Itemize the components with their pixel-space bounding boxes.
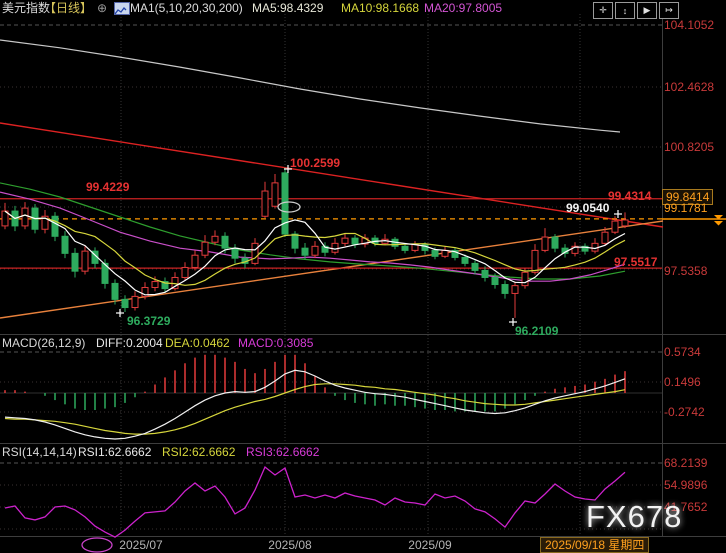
label-99-4314: 99.4314	[608, 189, 651, 203]
macd-dea-value: DEA:0.0462	[165, 336, 230, 350]
rsi2-value: RSI2:62.6662	[162, 445, 235, 459]
x-axis-tick: 2025/08	[255, 538, 325, 552]
macd-value: MACD:0.3085	[238, 336, 313, 350]
x-axis-tick: 2025/07	[106, 538, 176, 552]
mini-chart-icon[interactable]	[114, 2, 130, 15]
rsi3-value: RSI3:62.6662	[246, 445, 319, 459]
y-axis-label: 97.5358	[664, 264, 707, 278]
ma10-value: MA10:98.1668	[341, 1, 419, 15]
macd-title[interactable]: MACD(26,12,9)	[2, 336, 85, 350]
play-forward-icon[interactable]: ▶	[637, 2, 657, 19]
axis-scale-icon[interactable]: ↕	[615, 2, 635, 19]
macd-axis-label: -0.2742	[664, 405, 705, 419]
pan-icon[interactable]: ✛	[593, 2, 613, 19]
ma5-value: MA5:98.4329	[252, 1, 323, 15]
current-date-label: 2025/09/18 星期四	[540, 537, 649, 553]
chart-window: 美元指数 【日线】 ⊕ MA1(5,10,20,30,200) MA5:98.4…	[0, 0, 726, 553]
y-axis-label: 102.4628	[664, 80, 714, 94]
label-99-0540: 99.0540	[566, 201, 609, 215]
shift-right-icon[interactable]: ↦	[659, 2, 679, 19]
label-96-3729: 96.3729	[127, 314, 170, 328]
y-axis-label: 104.1052	[664, 18, 714, 32]
ma20-value: MA20:97.8005	[424, 1, 502, 15]
rsi-axis-label: 54.9896	[664, 478, 707, 492]
period-label[interactable]: 【日线】	[44, 1, 92, 15]
current-price-label: 99.1781	[664, 201, 707, 215]
macd-axis-label: 0.1496	[664, 375, 701, 389]
macd-diff-value: DIFF:0.2004	[96, 336, 163, 350]
rsi-axis-label: 68.2139	[664, 456, 707, 470]
label-96-2109: 96.2109	[515, 324, 558, 338]
x-axis-tick: 2025/09	[395, 538, 465, 552]
macd-axis-label: 0.5734	[664, 345, 701, 359]
watermark: FX678	[586, 499, 682, 535]
rsi1-value: RSI1:62.6662	[78, 445, 151, 459]
ma-settings-label[interactable]: MA1(5,10,20,30,200)	[130, 1, 243, 15]
rsi-title[interactable]: RSI(14,14,14)	[2, 445, 77, 459]
expand-icon[interactable]: ⊕	[97, 1, 107, 15]
label-97-5517: 97.5517	[614, 255, 657, 269]
candlestick-chart-canvas[interactable]	[0, 0, 726, 553]
y-axis-label: 100.8205	[664, 140, 714, 154]
symbol-title: 美元指数	[2, 1, 50, 15]
label-100-2599: 100.2599	[290, 156, 340, 170]
label-99-4229: 99.4229	[86, 180, 129, 194]
